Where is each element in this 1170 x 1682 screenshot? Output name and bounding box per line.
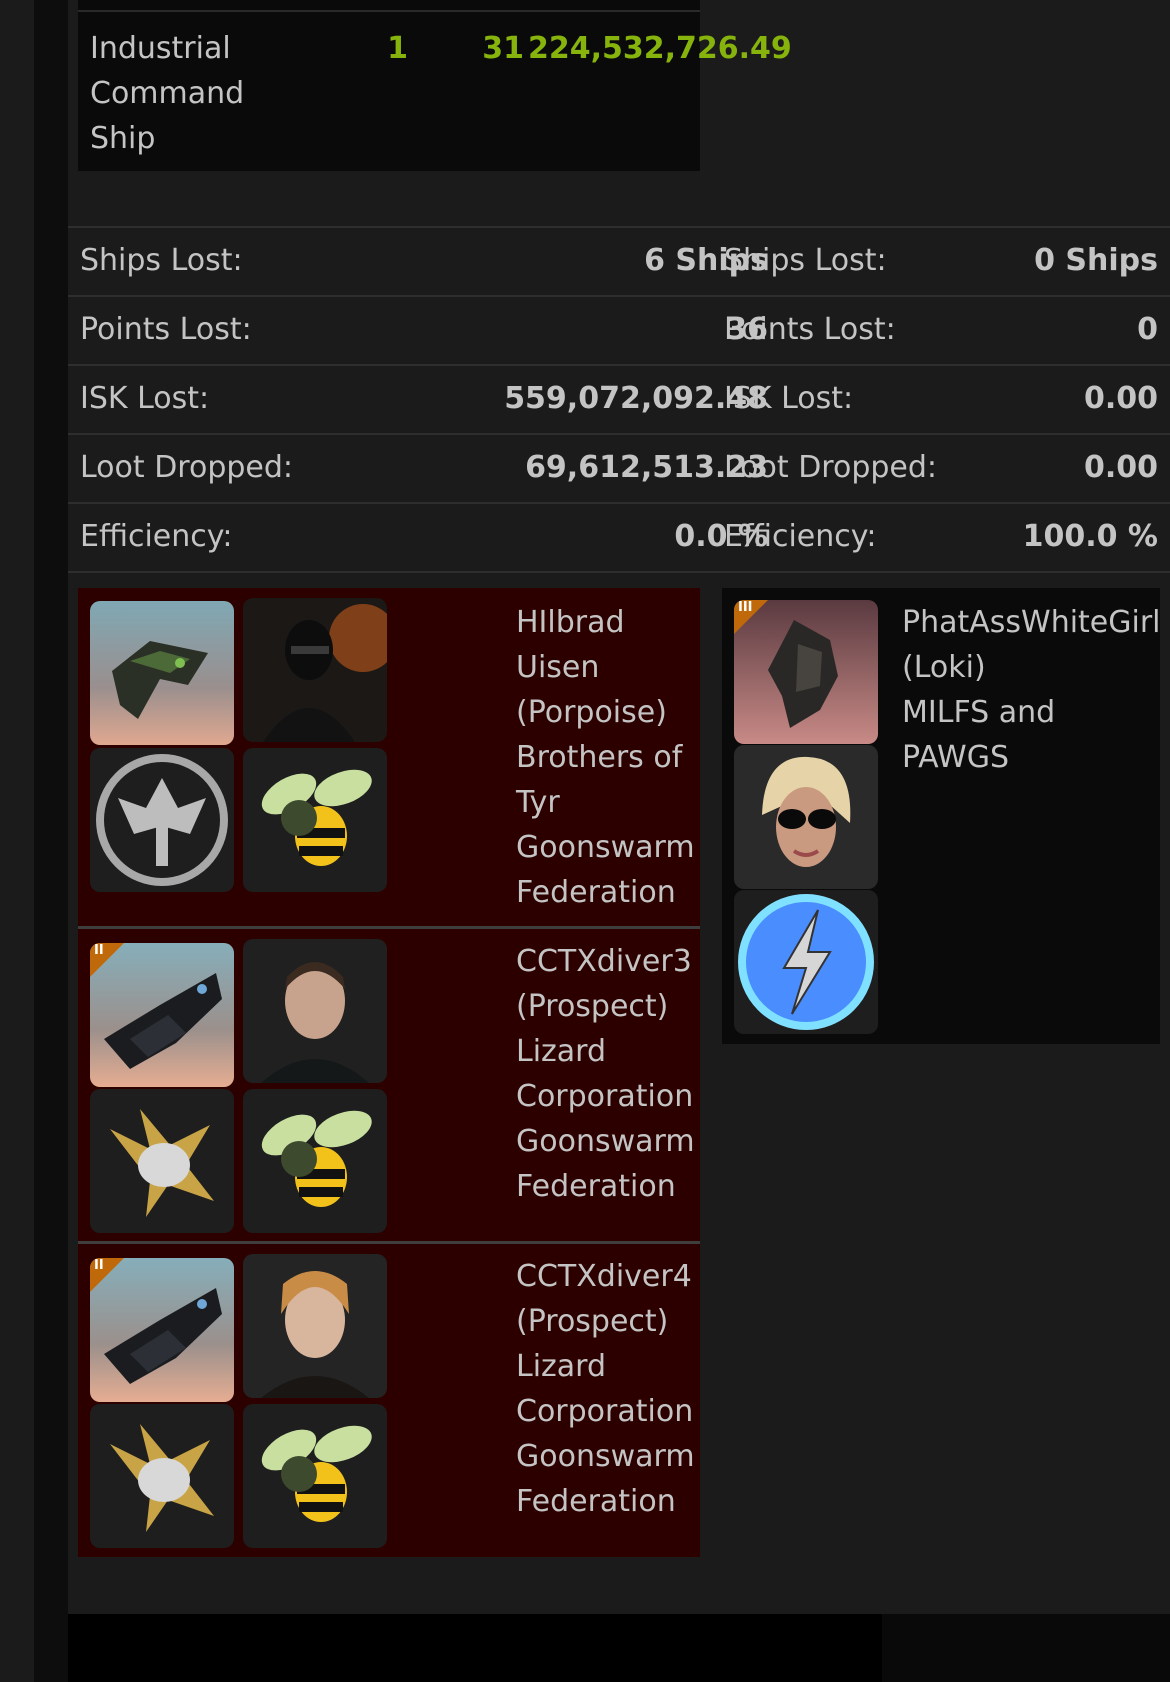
bee-logo-icon[interactable]	[243, 748, 387, 892]
pilot-info-line: Goonswarm	[516, 1124, 695, 1159]
ship-class-points: 31	[482, 31, 524, 66]
page-gutter	[34, 0, 68, 1682]
stat-value-team-b: 0.00	[1083, 381, 1158, 416]
battle-stats-table: Ships Lost: 6 Ships Ships Lost: 0 Ships …	[68, 226, 1170, 573]
male-pilot-portrait[interactable]	[243, 939, 387, 1083]
ship-class-name[interactable]: Industrial Command Ship	[90, 26, 280, 161]
blond-pilot-portrait[interactable]	[243, 1254, 387, 1398]
pilot-info-line: Federation	[516, 1169, 676, 1204]
stat-row-points-lost: Points Lost: 36 Points Lost: 0	[68, 295, 1170, 364]
ship-class-name-line: Command	[90, 76, 245, 111]
stat-row-efficiency: Efficiency: 0.0 % Efficiency: 100.0 %	[68, 502, 1170, 573]
page-footer-corner	[882, 1614, 1170, 1682]
stat-value-team-b: 0.00	[1083, 450, 1158, 485]
pilot-info-line: Uisen	[516, 650, 600, 685]
ship-class-isk: 224,532,726.49	[528, 31, 792, 66]
pilot-info-line: HIlbrad	[516, 605, 625, 640]
stat-label: ISK Lost:	[724, 381, 854, 416]
pilot-info-line: Federation	[516, 875, 676, 910]
pilot-info-line: Corporation	[516, 1079, 694, 1114]
pilot-info-line: Lizard	[516, 1349, 607, 1384]
pilot-info[interactable]: HIlbrad Uisen (Porpoise) Brothers of Tyr…	[516, 600, 695, 915]
stat-row-isk-lost: ISK Lost: 559,072,092.48 ISK Lost: 0.00	[68, 364, 1170, 433]
prospect-ship-icon[interactable]: II	[90, 1258, 234, 1402]
page-left-strip	[0, 0, 34, 1682]
pilot-info-line: Goonswarm	[516, 1439, 695, 1474]
bee-logo-icon[interactable]	[243, 1404, 387, 1548]
involved-party-card: II CCTXdiver3 (Prospect) Lizard Corporat…	[78, 929, 700, 1244]
masked-pilot-portrait[interactable]	[243, 598, 387, 742]
stat-label: Ships Lost:	[80, 243, 243, 278]
pilot-info-line: Lizard	[516, 1034, 607, 1069]
stat-value-team-b: 100.0 %	[1022, 519, 1158, 554]
pilot-info-line: MILFS and	[902, 695, 1056, 730]
pilot-info[interactable]: CCTXdiver4 (Prospect) Lizard Corporation…	[516, 1254, 695, 1524]
golden-bird-emblem-icon[interactable]	[90, 1089, 234, 1233]
pilot-info[interactable]: CCTXdiver3 (Prospect) Lizard Corporation…	[516, 939, 695, 1209]
pilot-info-line: Tyr	[516, 785, 560, 820]
pilot-info-line: PhatAssWhiteGirl	[902, 605, 1161, 640]
pilot-info-line: (Prospect)	[516, 1304, 669, 1339]
involved-party-card-winner: III PhatAssWhiteGirl (Loki) MILFS and PA…	[722, 588, 1161, 1044]
tech-level-text: II	[94, 1258, 104, 1273]
stat-label: Loot Dropped:	[80, 450, 294, 485]
table-divider	[78, 10, 700, 12]
tech-level-text: III	[738, 600, 753, 615]
stat-label: Points Lost:	[80, 312, 252, 347]
involved-party-card: II CCTXdiver4 (Prospect) Lizard Corporat…	[78, 1244, 700, 1557]
ship-class-count: 1	[387, 31, 408, 66]
stat-value-team-b: 0 Ships	[1034, 243, 1158, 278]
pilot-info-line: Goonswarm	[516, 830, 695, 865]
involved-party-card: HIlbrad Uisen (Porpoise) Brothers of Tyr…	[78, 588, 700, 929]
prospect-ship-icon[interactable]: II	[90, 943, 234, 1087]
stat-row-ships-lost: Ships Lost: 6 Ships Ships Lost: 0 Ships	[68, 226, 1170, 295]
bee-logo-icon[interactable]	[243, 1089, 387, 1233]
ship-class-name-line: Ship	[90, 121, 156, 156]
pilot-info-line: (Porpoise)	[516, 695, 667, 730]
pilot-info-line: CCTXdiver4	[516, 1259, 692, 1294]
stat-label: Points Lost:	[724, 312, 896, 347]
loki-ship-icon[interactable]: III	[734, 600, 878, 744]
stat-label: ISK Lost:	[80, 381, 210, 416]
porpoise-ship-icon[interactable]	[90, 601, 234, 745]
pilot-info-line: Brothers of	[516, 740, 683, 775]
golden-bird-emblem-icon[interactable]	[90, 1404, 234, 1548]
tech-level-text: II	[94, 943, 104, 958]
pilot-info-line: (Loki)	[902, 650, 986, 685]
ship-class-table: Industrial Command Ship 1 31 224,532,726…	[78, 0, 792, 171]
stat-label: Efficiency:	[80, 519, 233, 554]
pilot-info-line: Federation	[516, 1484, 676, 1519]
pilot-info-line: Corporation	[516, 1394, 694, 1429]
stat-row-loot-dropped: Loot Dropped: 69,612,513.23 Loot Dropped…	[68, 433, 1170, 502]
ship-class-name-line: Industrial	[90, 31, 231, 66]
pilot-info-line: (Prospect)	[516, 989, 669, 1024]
stat-label: Efficiency:	[724, 519, 877, 554]
pilot-info[interactable]: PhatAssWhiteGirl (Loki) MILFS and PAWGS	[902, 600, 1161, 780]
pilot-info-line: PAWGS	[902, 740, 1010, 775]
lightning-emblem-icon[interactable]	[734, 890, 878, 1034]
eagle-emblem-icon[interactable]	[90, 748, 234, 892]
pilot-info-line: CCTXdiver3	[516, 944, 692, 979]
stat-value-team-b: 0	[1137, 312, 1158, 347]
sunglasses-pilot-portrait[interactable]	[734, 745, 878, 889]
stat-label: Loot Dropped:	[724, 450, 938, 485]
stat-label: Ships Lost:	[724, 243, 887, 278]
